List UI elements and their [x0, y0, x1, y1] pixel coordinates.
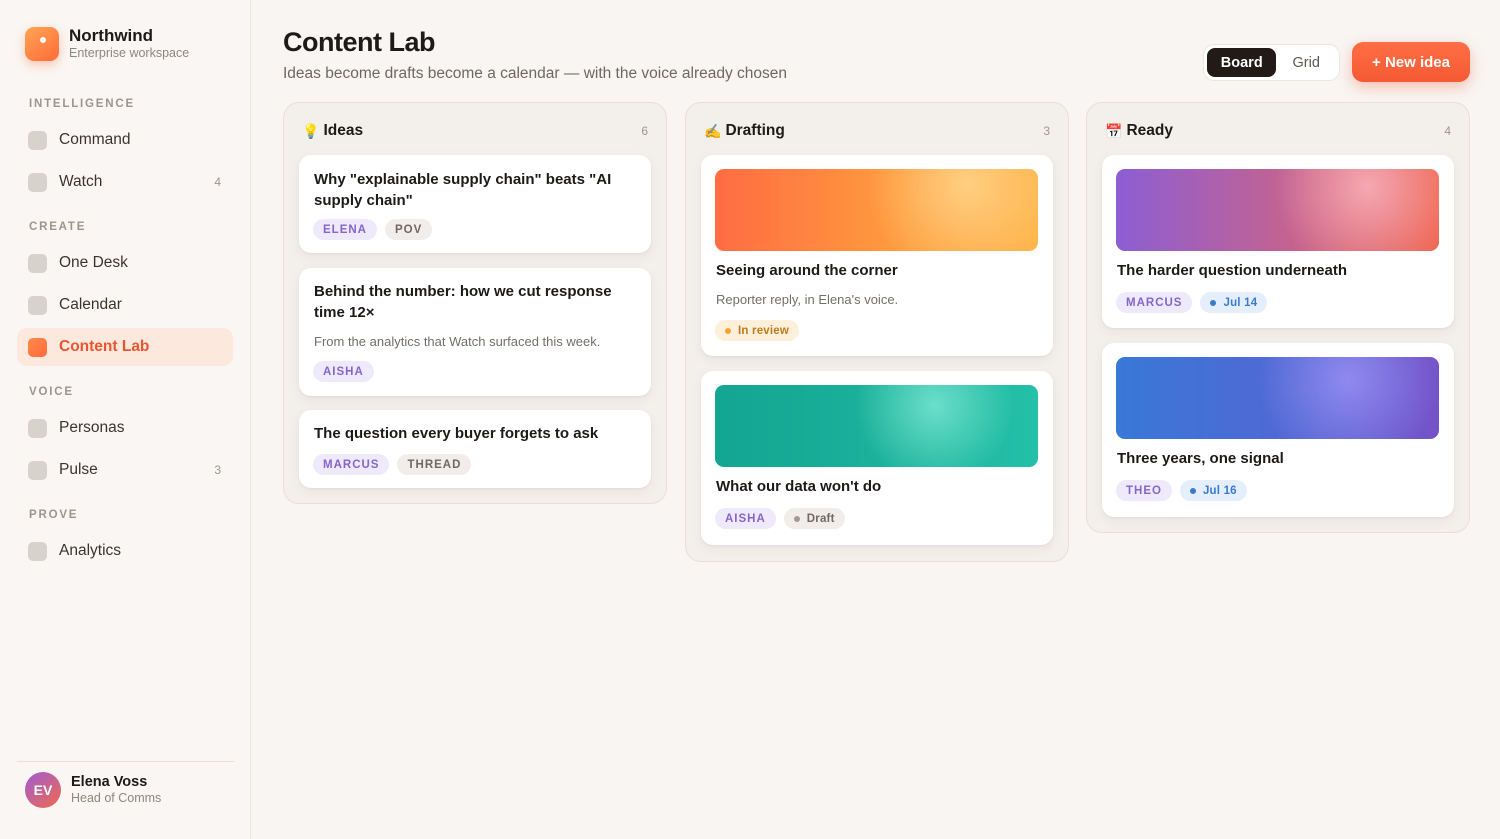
section-label-voice: VOICE — [29, 386, 74, 398]
status-dot-icon — [725, 327, 731, 334]
ready-card[interactable]: Three years, one signal THEO Jul 16 — [1102, 343, 1454, 517]
person-tag: ELENA — [313, 219, 377, 240]
date-label: Jul 14 — [1223, 296, 1258, 309]
idea-card[interactable]: The question every buyer forgets to ask … — [299, 410, 651, 488]
new-idea-button[interactable]: + New idea — [1352, 42, 1470, 82]
card-cover-image — [715, 169, 1038, 251]
content-lab-icon — [28, 337, 47, 357]
column-title: Ideas — [323, 122, 364, 139]
status-badge: Draft — [783, 508, 845, 529]
column-ideas: 💡 Ideas 6 Why "explainable supply chain"… — [283, 102, 667, 504]
watch-icon — [28, 172, 47, 192]
status-badge: In review — [715, 320, 800, 341]
person-tag: MARCUS — [1116, 292, 1193, 313]
card-title: The harder question underneath — [1117, 262, 1348, 279]
card-title: Three years, one signal — [1117, 450, 1284, 467]
section-label-prove: PROVE — [29, 509, 79, 521]
status-dot-icon — [793, 515, 800, 522]
sidebar-item-label: Watch — [59, 173, 103, 190]
date-dot-icon — [1210, 299, 1217, 306]
status-label: Draft — [806, 512, 835, 525]
section-label-intelligence: INTELLIGENCE — [29, 98, 135, 110]
sidebar-item-count: 3 — [214, 463, 221, 477]
user-name: Elena Voss — [71, 774, 148, 790]
draft-card[interactable]: Seeing around the corner Reporter reply,… — [701, 155, 1053, 356]
page-title: Content Lab — [283, 27, 435, 57]
card-title: Why "explainable supply chain" beats "AI… — [314, 171, 612, 209]
analytics-icon — [28, 541, 47, 561]
sidebar-item-personas[interactable]: Personas — [17, 409, 233, 447]
idea-card[interactable]: Why "explainable supply chain" beats "AI… — [299, 155, 651, 253]
date-dot-icon — [1189, 487, 1196, 494]
card-title: Behind the number: how we cut response t… — [314, 283, 612, 321]
sidebar-item-analytics[interactable]: Analytics — [17, 532, 233, 570]
sidebar-item-pulse[interactable]: Pulse 3 — [17, 451, 233, 489]
user-profile[interactable]: EV Elena Voss Head of Comms — [25, 772, 161, 808]
calendar-icon: 📅 — [1105, 122, 1123, 139]
column-ready: 📅 Ready 4 The harder question underneath… — [1086, 102, 1470, 533]
person-tag: THEO — [1116, 480, 1172, 501]
column-title: Drafting — [725, 122, 785, 139]
ready-card[interactable]: The harder question underneath MARCUS Ju… — [1102, 155, 1454, 328]
column-count: 3 — [1043, 124, 1050, 138]
command-icon — [28, 130, 47, 150]
sidebar-item-label: Calendar — [59, 296, 122, 313]
date-badge: Jul 16 — [1179, 480, 1247, 501]
card-description: Reporter reply, in Elena's voice. — [716, 292, 899, 307]
date-label: Jul 16 — [1202, 484, 1237, 497]
card-cover-image — [715, 385, 1038, 467]
brand-name: Northwind — [69, 26, 154, 45]
person-tag: AISHA — [715, 508, 776, 529]
personas-icon — [28, 418, 47, 438]
column-count: 4 — [1444, 124, 1451, 138]
sidebar-item-label: Content Lab — [59, 338, 150, 355]
card-title: What our data won't do — [716, 478, 882, 495]
sidebar-item-label: One Desk — [59, 254, 128, 271]
grid-view-button[interactable]: Grid — [1276, 48, 1336, 77]
pulse-icon — [28, 460, 47, 480]
brand-subtitle: Enterprise workspace — [69, 46, 190, 60]
page-subtitle: Ideas become drafts become a calendar — … — [283, 65, 788, 82]
column-count: 6 — [641, 124, 648, 138]
date-badge: Jul 14 — [1200, 292, 1268, 313]
sidebar-item-label: Personas — [59, 419, 125, 436]
sidebar-item-command[interactable]: Command — [17, 121, 233, 159]
type-tag: THREAD — [397, 454, 472, 475]
user-role: Head of Comms — [71, 791, 162, 805]
card-cover-image — [1116, 357, 1439, 439]
sidebar-item-one-desk[interactable]: One Desk — [17, 244, 233, 282]
card-title: Seeing around the corner — [716, 262, 898, 279]
card-description: From the analytics that Watch surfaced t… — [314, 334, 601, 349]
sidebar-item-watch[interactable]: Watch 4 — [17, 163, 233, 201]
status-label: In review — [738, 324, 790, 337]
person-tag: AISHA — [313, 361, 374, 382]
sidebar-divider — [17, 761, 234, 762]
draft-card[interactable]: What our data won't do AISHA Draft — [701, 371, 1053, 545]
section-label-create: CREATE — [29, 221, 87, 233]
one-desk-icon — [28, 253, 47, 273]
brand-logo-icon — [25, 26, 59, 61]
card-title: The question every buyer forgets to ask — [314, 425, 599, 442]
sidebar-item-calendar[interactable]: Calendar — [17, 286, 233, 324]
calendar-nav-icon — [28, 295, 47, 315]
brand[interactable]: Northwind Enterprise workspace — [25, 26, 189, 61]
sidebar-item-label: Command — [59, 131, 131, 148]
card-cover-image — [1116, 169, 1439, 251]
sidebar: Northwind Enterprise workspace INTELLIGE… — [0, 0, 251, 839]
writing-hand-icon: ✍️ — [704, 122, 722, 139]
sidebar-item-label: Pulse — [59, 461, 98, 478]
sidebar-item-count: 4 — [214, 175, 221, 189]
idea-card[interactable]: Behind the number: how we cut response t… — [299, 268, 651, 396]
board-view-button[interactable]: Board — [1207, 48, 1277, 77]
type-tag: POV — [384, 219, 433, 240]
view-toggle: Board Grid — [1203, 44, 1340, 81]
avatar: EV — [25, 772, 61, 808]
sidebar-item-content-lab[interactable]: Content Lab — [17, 328, 233, 366]
column-title: Ready — [1126, 122, 1173, 139]
column-drafting: ✍️ Drafting 3 Seeing around the corner R… — [685, 102, 1069, 562]
person-tag: MARCUS — [313, 454, 390, 475]
lightbulb-icon: 💡 — [302, 122, 320, 139]
sidebar-item-label: Analytics — [59, 542, 122, 559]
